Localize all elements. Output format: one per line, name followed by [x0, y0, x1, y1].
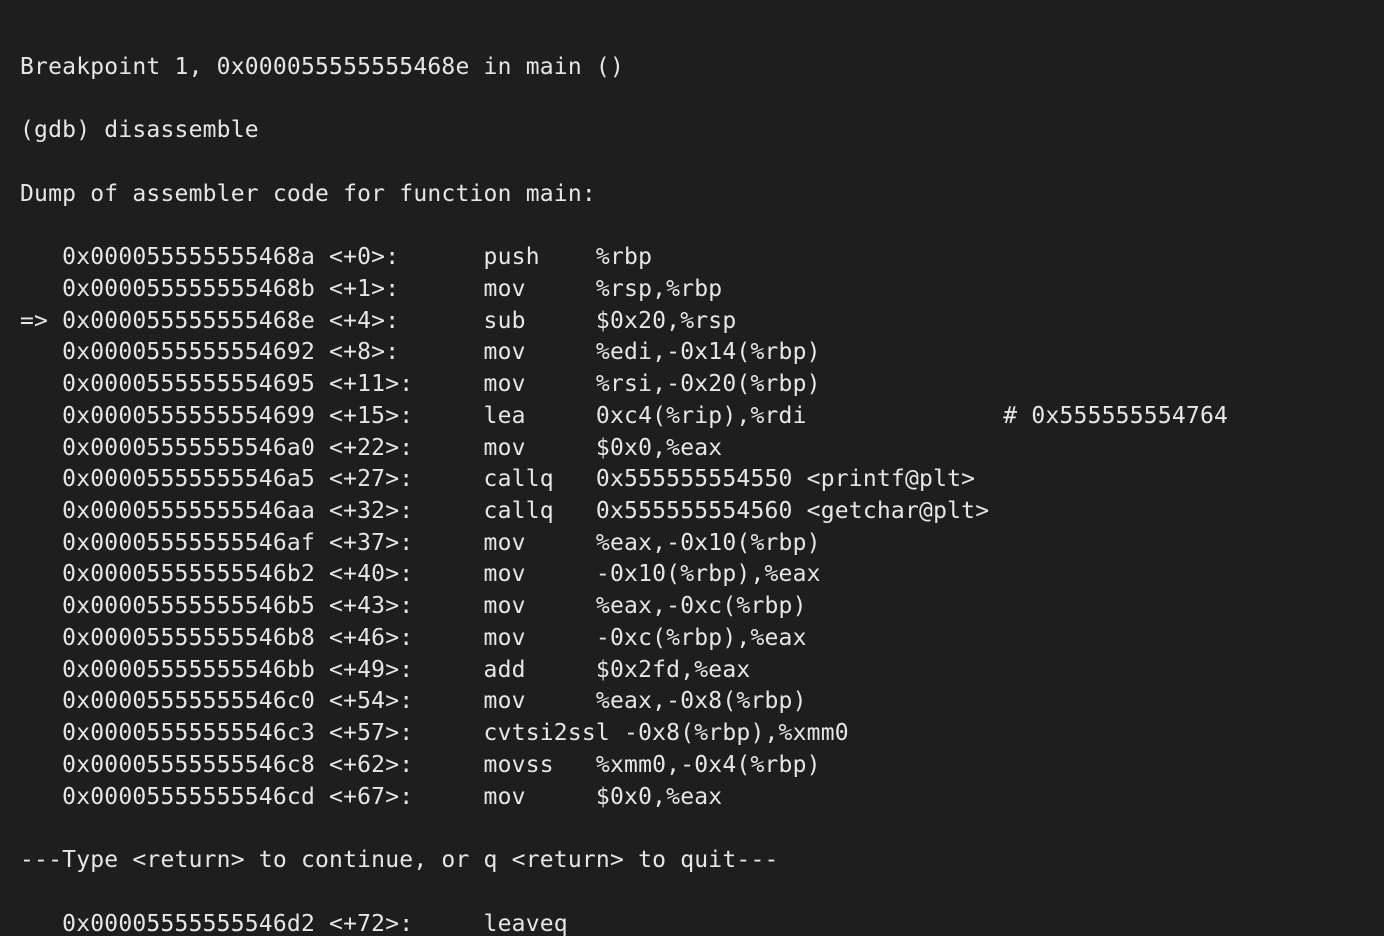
gdb-prompt-disassemble: (gdb) disassemble: [20, 115, 1364, 147]
terminal-output[interactable]: Breakpoint 1, 0x000055555555468e in main…: [0, 0, 1384, 936]
asm-line: 0x00005555555546a0 <+22>: mov $0x0,%eax: [20, 433, 1364, 465]
pager-prompt: ---Type <return> to continue, or q <retu…: [20, 845, 1364, 877]
breakpoint-line: Breakpoint 1, 0x000055555555468e in main…: [20, 52, 1364, 84]
asm-line: 0x00005555555546b8 <+46>: mov -0xc(%rbp)…: [20, 623, 1364, 655]
asm-line: 0x0000555555554699 <+15>: lea 0xc4(%rip)…: [20, 401, 1364, 433]
asm-line: 0x00005555555546c8 <+62>: movss %xmm0,-0…: [20, 750, 1364, 782]
asm-line: 0x000055555555468a <+0>: push %rbp: [20, 242, 1364, 274]
asm-line: 0x0000555555554695 <+11>: mov %rsi,-0x20…: [20, 369, 1364, 401]
asm-line: 0x00005555555546aa <+32>: callq 0x555555…: [20, 496, 1364, 528]
asm-line: 0x00005555555546b2 <+40>: mov -0x10(%rbp…: [20, 559, 1364, 591]
asm-line: 0x00005555555546c3 <+57>: cvtsi2ssl -0x8…: [20, 718, 1364, 750]
asm-line: 0x00005555555546b5 <+43>: mov %eax,-0xc(…: [20, 591, 1364, 623]
asm-line: 0x0000555555554692 <+8>: mov %edi,-0x14(…: [20, 337, 1364, 369]
asm-line: 0x00005555555546a5 <+27>: callq 0x555555…: [20, 464, 1364, 496]
disassembly-listing-after: 0x00005555555546d2 <+72>: leaveq 0x00005…: [20, 909, 1364, 936]
asm-line: 0x00005555555546c0 <+54>: mov %eax,-0x8(…: [20, 686, 1364, 718]
asm-line: => 0x000055555555468e <+4>: sub $0x20,%r…: [20, 306, 1364, 338]
asm-line: 0x00005555555546bb <+49>: add $0x2fd,%ea…: [20, 655, 1364, 687]
dump-header: Dump of assembler code for function main…: [20, 179, 1364, 211]
asm-line: 0x00005555555546cd <+67>: mov $0x0,%eax: [20, 782, 1364, 814]
asm-line: 0x00005555555546d2 <+72>: leaveq: [20, 909, 1364, 936]
asm-line: 0x00005555555546af <+37>: mov %eax,-0x10…: [20, 528, 1364, 560]
disassembly-listing: 0x000055555555468a <+0>: push %rbp 0x000…: [20, 242, 1364, 813]
asm-line: 0x000055555555468b <+1>: mov %rsp,%rbp: [20, 274, 1364, 306]
